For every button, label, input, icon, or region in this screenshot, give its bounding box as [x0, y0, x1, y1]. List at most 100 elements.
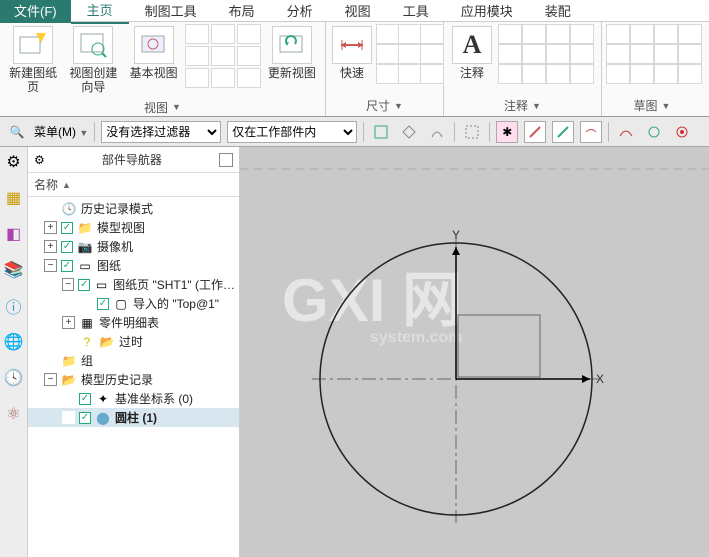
tree-model-history[interactable]: −📂模型历史记录 [28, 370, 239, 389]
assembly-nav-icon[interactable]: ◧ [3, 223, 25, 245]
view-sm-4[interactable] [185, 46, 209, 66]
filter-select[interactable]: 没有选择过滤器 [101, 121, 221, 143]
an-sm-8[interactable] [570, 44, 594, 64]
sk-sm-2[interactable] [630, 24, 654, 44]
chevron-down-icon[interactable]: ▼ [394, 101, 403, 111]
tree-sheet[interactable]: −✓▭图纸页 "SHT1" (工作… [28, 275, 239, 294]
chevron-down-icon[interactable]: ▼ [532, 101, 541, 111]
sk-sm-4[interactable] [678, 24, 702, 44]
an-sm-10[interactable] [522, 64, 546, 84]
dim-sm-8[interactable] [398, 64, 422, 84]
sk-sm-7[interactable] [654, 44, 678, 64]
tree-cameras[interactable]: +✓📷摄像机 [28, 237, 239, 256]
tab-analysis[interactable]: 分析 [271, 0, 329, 23]
an-sm-11[interactable] [546, 64, 570, 84]
tree-cylinder[interactable]: ✓⬤圆柱 (1) [28, 408, 239, 427]
an-sm-1[interactable] [498, 24, 522, 44]
sk-sm-10[interactable] [630, 64, 654, 84]
view-wizard-button[interactable]: 视图创建向导 [64, 24, 122, 97]
view-sm-3[interactable] [237, 24, 261, 44]
tab-layout[interactable]: 布局 [213, 0, 271, 23]
tb-3[interactable] [426, 121, 448, 143]
library-icon[interactable]: 📚 [3, 259, 25, 281]
tab-assembly[interactable]: 装配 [529, 0, 587, 23]
tb-curve-2[interactable] [643, 121, 665, 143]
an-sm-4[interactable] [570, 24, 594, 44]
web-icon[interactable]: 🌐 [3, 331, 25, 353]
an-sm-12[interactable] [570, 64, 594, 84]
nav-collapse-button[interactable] [219, 153, 233, 167]
tb-curve-3[interactable] [671, 121, 693, 143]
an-sm-3[interactable] [546, 24, 570, 44]
tree-history-mode[interactable]: 🕓历史记录模式 [28, 199, 239, 218]
quick-dim-button[interactable]: 快速 [330, 24, 374, 82]
view-sm-6[interactable] [237, 46, 261, 66]
sk-sm-6[interactable] [630, 44, 654, 64]
tree-parts-list[interactable]: +▦零件明细表 [28, 313, 239, 332]
info-icon[interactable]: ⓘ [3, 295, 25, 317]
chevron-down-icon[interactable]: ▼ [172, 102, 181, 112]
tab-drawing-tools[interactable]: 制图工具 [129, 0, 213, 23]
tb-snap-4[interactable] [580, 121, 602, 143]
new-sheet-button[interactable]: 新建图纸页 [4, 24, 62, 97]
part-nav-icon[interactable]: ▦ [3, 187, 25, 209]
file-menu[interactable]: 文件(F) [0, 0, 71, 23]
tb-snap-3[interactable] [552, 121, 574, 143]
sk-sm-1[interactable] [606, 24, 630, 44]
dim-sm-5[interactable] [398, 44, 422, 64]
menu-find-icon[interactable]: 🔍 [6, 121, 28, 143]
view-sm-1[interactable] [185, 24, 209, 44]
tree-outdated[interactable]: ?📂过时 [28, 332, 239, 351]
tab-view[interactable]: 视图 [329, 0, 387, 23]
update-view-button[interactable]: 更新视图 [263, 24, 321, 82]
an-sm-9[interactable] [498, 64, 522, 84]
dim-sm-7[interactable] [376, 64, 400, 84]
an-sm-5[interactable] [498, 44, 522, 64]
process-icon[interactable]: ⚛ [3, 403, 25, 425]
dim-sm-4[interactable] [376, 44, 400, 64]
tb-snap-1[interactable]: ✱ [496, 121, 518, 143]
drawing-canvas[interactable]: GXI 网 system.com X Y [240, 147, 709, 557]
chevron-down-icon[interactable]: ▲ [62, 180, 71, 190]
sk-sm-8[interactable] [678, 44, 702, 64]
view-sm-8[interactable] [211, 68, 235, 88]
scope-select[interactable]: 仅在工作部件内 [227, 121, 357, 143]
dim-sm-1[interactable] [376, 24, 400, 44]
tree-groups[interactable]: 📁组 [28, 351, 239, 370]
sk-sm-5[interactable] [606, 44, 630, 64]
dim-sm-9[interactable] [420, 64, 444, 84]
chevron-down-icon[interactable]: ▼ [662, 101, 671, 111]
dim-sm-2[interactable] [398, 24, 422, 44]
an-sm-7[interactable] [546, 44, 570, 64]
tree-drawings[interactable]: −✓▭图纸 [28, 256, 239, 275]
annotation-button[interactable]: A 注释 [448, 24, 496, 82]
tb-2[interactable] [398, 121, 420, 143]
sk-sm-12[interactable] [678, 64, 702, 84]
menu-button[interactable]: 菜单(M) ▼ [34, 123, 88, 140]
tb-4[interactable] [461, 121, 483, 143]
tb-snap-2[interactable] [524, 121, 546, 143]
sk-sm-11[interactable] [654, 64, 678, 84]
view-sm-7[interactable] [185, 68, 209, 88]
sk-sm-9[interactable] [606, 64, 630, 84]
tab-home[interactable]: 主页 [71, 0, 129, 24]
settings-icon[interactable]: ⚙ [3, 151, 25, 173]
view-sm-2[interactable] [211, 24, 235, 44]
an-sm-2[interactable] [522, 24, 546, 44]
dim-sm-6[interactable] [420, 44, 444, 64]
history-icon[interactable]: 🕓 [3, 367, 25, 389]
view-sm-9[interactable] [237, 68, 261, 88]
gear-icon[interactable]: ⚙ [34, 153, 45, 167]
tree-datum-csys[interactable]: ✓✦基准坐标系 (0) [28, 389, 239, 408]
tree-imported[interactable]: ✓▢导入的 "Top@1" [28, 294, 239, 313]
sk-sm-3[interactable] [654, 24, 678, 44]
view-sm-5[interactable] [211, 46, 235, 66]
tb-curve-1[interactable] [615, 121, 637, 143]
dim-sm-3[interactable] [420, 24, 444, 44]
tree-model-views[interactable]: +✓📁模型视图 [28, 218, 239, 237]
tab-app-modules[interactable]: 应用模块 [445, 0, 529, 23]
tb-1[interactable] [370, 121, 392, 143]
base-view-button[interactable]: 基本视图 [125, 24, 183, 82]
an-sm-6[interactable] [522, 44, 546, 64]
tab-tools[interactable]: 工具 [387, 0, 445, 23]
